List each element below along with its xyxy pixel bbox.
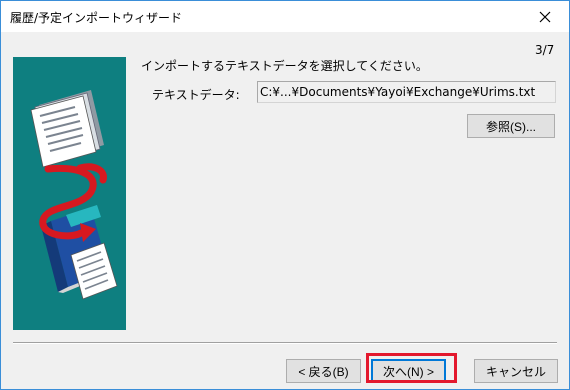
import-documents-illustration xyxy=(13,57,126,330)
next-button-highlight xyxy=(366,353,457,383)
close-button[interactable] xyxy=(523,2,567,31)
title-bar: 履歴/予定インポートウィザード xyxy=(1,1,569,32)
separator xyxy=(13,342,557,344)
import-wizard-dialog: 履歴/予定インポートウィザード 3/7 インポートするテキストデータを選択してく… xyxy=(0,0,570,390)
document-icon xyxy=(30,90,104,168)
text-data-label: テキストデータ: xyxy=(152,88,240,102)
back-button[interactable]: < 戻る(B) xyxy=(286,359,361,383)
window-title: 履歴/予定インポートウィザード xyxy=(10,11,183,25)
instruction-text: インポートするテキストデータを選択してください。 xyxy=(141,59,428,73)
wizard-page: 3/7 インポートするテキストデータを選択してください。 テキストデータ: C:… xyxy=(1,32,569,389)
text-data-path-field: C:¥...¥Documents¥Yayoi¥Exchange¥Urims.tx… xyxy=(257,81,556,103)
browse-button[interactable]: 参照(S)... xyxy=(467,114,555,138)
close-icon xyxy=(539,11,551,22)
step-indicator: 3/7 xyxy=(535,43,555,57)
cancel-button[interactable]: キャンセル xyxy=(474,359,558,383)
